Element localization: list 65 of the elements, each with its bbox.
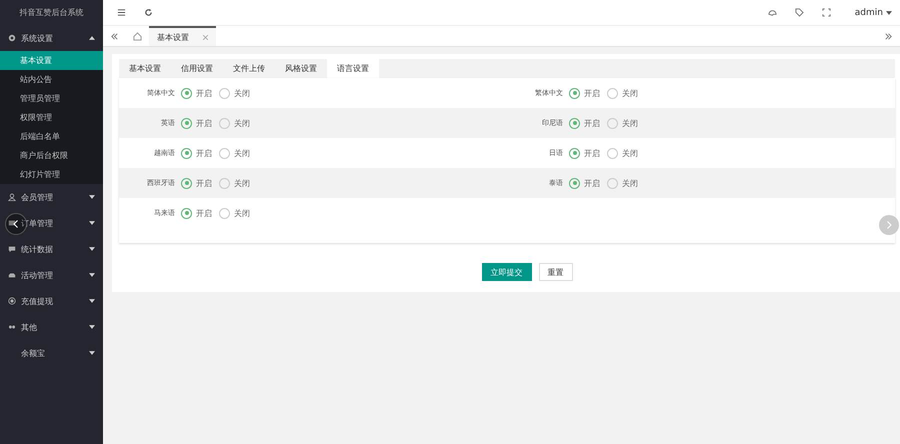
sidebar-item[interactable]: 商户后台权限 (0, 146, 103, 165)
sidebar-item[interactable]: 站内公告 (0, 70, 103, 89)
glasses-icon (8, 323, 16, 331)
sidebar-group[interactable]: 统计数据 (0, 236, 103, 262)
caret-down-icon (886, 10, 892, 14)
list-icon (8, 219, 16, 227)
settings-tab[interactable]: 风格设置 (275, 59, 327, 78)
radio-option[interactable]: 开启 (569, 88, 607, 98)
user-menu[interactable]: admin (854, 8, 883, 18)
radio-option[interactable]: 开启 (181, 178, 219, 188)
sidebar-item[interactable]: 基本设置 (0, 51, 103, 70)
radio-option[interactable]: 开启 (181, 208, 219, 218)
caret-down-icon (89, 273, 95, 277)
page-tab[interactable]: 基本设置 (149, 26, 216, 46)
radio-option[interactable]: 开启 (181, 118, 219, 128)
radio-option[interactable]: 关闭 (607, 148, 645, 158)
sidebar-item[interactable]: 权限管理 (0, 108, 103, 127)
radio-option[interactable]: 关闭 (607, 178, 645, 188)
gear-icon (8, 34, 16, 42)
caret-up-icon (89, 36, 95, 40)
sidebar-group[interactable]: 活动管理 (0, 262, 103, 288)
settings-tab[interactable]: 信用设置 (171, 59, 223, 78)
sidebar-item[interactable]: 后端白名单 (0, 127, 103, 146)
sidebar-group[interactable]: 系统设置 (0, 25, 103, 51)
submit-button[interactable]: 立即提交 (482, 263, 532, 281)
radio-option[interactable]: 开启 (181, 88, 219, 98)
tag-icon[interactable] (794, 8, 804, 17)
sidebar-item[interactable]: 幻灯片管理 (0, 165, 103, 184)
sidebar-group[interactable]: 其他 (0, 314, 103, 340)
radio-option[interactable]: 关闭 (219, 178, 257, 188)
fullscreen-icon[interactable] (822, 8, 831, 17)
settings-tab[interactable]: 基本设置 (119, 59, 171, 78)
radio-option[interactable]: 关闭 (219, 118, 257, 128)
settings-tab[interactable]: 语言设置 (327, 59, 379, 78)
reset-button[interactable]: 重置 (538, 263, 572, 281)
caret-down-icon (89, 195, 95, 199)
refresh-icon[interactable] (144, 8, 153, 17)
radio-option[interactable]: 关闭 (607, 118, 645, 128)
caret-down-icon (89, 247, 95, 251)
caret-down-icon (89, 299, 95, 303)
settings-tab[interactable]: 文件上传 (223, 59, 275, 78)
radio-option[interactable]: 关闭 (219, 208, 257, 218)
chevron-right-icon (884, 220, 894, 230)
sidebar-group[interactable]: 余额宝 (0, 340, 103, 366)
chevron-left-icon (11, 219, 21, 229)
sidebar-group[interactable]: 订单管理 (0, 210, 103, 236)
coin-icon (8, 297, 16, 305)
radio-option[interactable]: 开启 (181, 148, 219, 158)
radio-option[interactable]: 关闭 (219, 88, 257, 98)
radio-option[interactable]: 关闭 (219, 148, 257, 158)
radio-option[interactable]: 开启 (569, 118, 607, 128)
menu-icon[interactable] (117, 8, 126, 17)
car-icon (8, 271, 16, 279)
chat-icon (8, 245, 16, 253)
user-icon (8, 193, 16, 201)
caret-down-icon (89, 325, 95, 329)
app-title: 抖音互赞后台系统 (18, 7, 84, 19)
sidebar-item[interactable]: 管理员管理 (0, 89, 103, 108)
sidebar-group[interactable]: 会员管理 (0, 184, 103, 210)
caret-down-icon (89, 221, 95, 225)
radio-option[interactable]: 开启 (569, 178, 607, 188)
sidebar-group[interactable]: 充值提现 (0, 288, 103, 314)
radio-option[interactable]: 开启 (569, 148, 607, 158)
radio-option[interactable]: 关闭 (607, 88, 645, 98)
caret-down-icon (89, 351, 95, 355)
